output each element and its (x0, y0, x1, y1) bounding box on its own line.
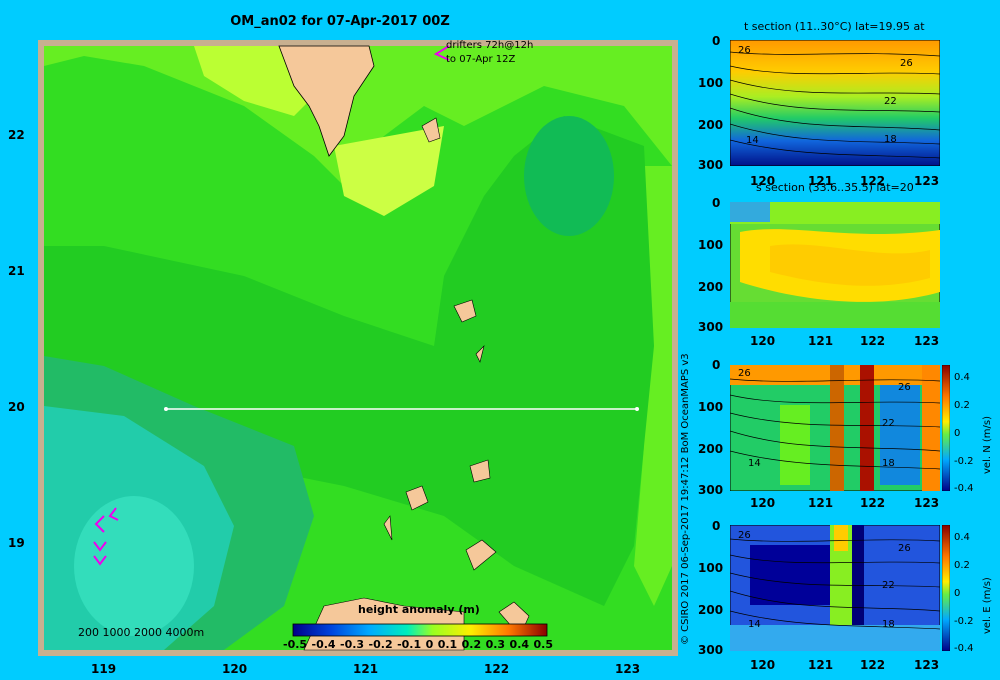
depth-tick: 300 (698, 643, 724, 657)
colorbar-tick: 0.3 (485, 638, 506, 651)
depth-legend: 200 1000 2000 4000m (78, 626, 205, 639)
vel-e-cbar-tick: 0 (954, 588, 961, 599)
depth-tick: 0 (712, 519, 721, 533)
lon-tick: 121 (808, 174, 834, 188)
vel-n-cbar-label: vel. N (m/s) (982, 416, 993, 474)
drifters-label: drifters 72h@12h (446, 40, 534, 51)
lon-tick: 121 (808, 658, 834, 672)
colorbar-title: height anomaly (m) (358, 603, 480, 616)
contour-label: 14 (746, 135, 759, 146)
vel-n-cbar-tick: -0.4 (954, 483, 974, 494)
contour-label: 22 (884, 96, 897, 107)
vel-e-cbar-tick: -0.4 (954, 643, 974, 654)
lon-tick: 120 (750, 334, 776, 348)
lon-tick: 122 (860, 658, 886, 672)
contour-label: 26 (738, 530, 751, 541)
colorbar-tick: 0 (425, 638, 434, 651)
map-title: OM_an02 for 07-Apr-2017 00Z (230, 14, 450, 29)
lon-tick: 123 (914, 496, 940, 510)
lon-tick: 123 (914, 334, 940, 348)
depth-tick: 300 (698, 320, 724, 334)
lon-tick: 122 (484, 662, 510, 676)
depth-tick: 100 (698, 561, 724, 575)
contour-label: 22 (882, 580, 895, 591)
depth-tick: 200 (698, 280, 724, 294)
colorbar-tick: -0.3 (340, 638, 365, 651)
contour-label: 26 (898, 543, 911, 554)
s-section-title: s section (33.6..35.5) lat=20 (756, 181, 914, 194)
contour-label: 18 (884, 134, 897, 145)
lon-tick: 123 (914, 658, 940, 672)
contour-label: 26 (738, 368, 751, 379)
contour-label: 14 (748, 458, 761, 469)
colorbar-tick: -0.1 (397, 638, 422, 651)
vel-n-colorbar (942, 365, 950, 491)
vel-e-cbar-tick: -0.2 (954, 616, 974, 627)
lat-tick: 20 (8, 400, 25, 414)
lon-tick: 121 (353, 662, 379, 676)
lon-tick: 121 (808, 496, 834, 510)
colorbar-tick: 0.4 (509, 638, 530, 651)
contour-label: 22 (882, 418, 895, 429)
vel-e-colorbar (942, 525, 950, 651)
contour-label: 26 (898, 382, 911, 393)
contour-label: 26 (900, 58, 913, 69)
lon-tick: 123 (615, 662, 641, 676)
contour-label: 14 (748, 619, 761, 630)
height-anomaly-map[interactable] (38, 40, 678, 656)
depth-tick: 200 (698, 603, 724, 617)
lat-tick: 19 (8, 536, 25, 550)
colorbar-tick: -0.5 (283, 638, 308, 651)
lon-tick: 120 (750, 174, 776, 188)
contour-label: 18 (882, 619, 895, 630)
depth-tick: 200 (698, 442, 724, 456)
lon-tick: 122 (860, 334, 886, 348)
vel-e-cbar-label: vel. E (m/s) (982, 577, 993, 634)
lon-tick: 119 (91, 662, 117, 676)
t-section-title: t section (11..30°C) lat=19.95 at (744, 20, 925, 33)
contour-label: 26 (738, 45, 751, 56)
colorbar-tick: 0.1 (437, 638, 458, 651)
vel-n-cbar-tick: 0.2 (954, 400, 970, 411)
vel-e-cbar-tick: 0.2 (954, 560, 970, 571)
depth-tick: 0 (712, 34, 721, 48)
depth-tick: 100 (698, 76, 724, 90)
lon-tick: 121 (808, 334, 834, 348)
colorbar-tick: -0.2 (368, 638, 393, 651)
lat-tick: 21 (8, 264, 25, 278)
lon-tick: 123 (914, 174, 940, 188)
vel-n-cbar-tick: 0 (954, 428, 961, 439)
depth-tick: 0 (712, 358, 721, 372)
depth-tick: 100 (698, 238, 724, 252)
drifters-label-time: to 07-Apr 12Z (446, 54, 516, 65)
colorbar-tick: 0.5 (533, 638, 554, 651)
lon-tick: 122 (860, 174, 886, 188)
vel-n-cbar-tick: -0.2 (954, 456, 974, 467)
height-colorbar (292, 623, 548, 637)
lon-tick: 122 (860, 496, 886, 510)
colorbar-ticks: -0.5 -0.4 -0.3 -0.2 -0.1 0 0.1 0.2 0.3 0… (283, 638, 553, 651)
depth-tick: 200 (698, 118, 724, 132)
contour-label: 18 (882, 458, 895, 469)
colorbar-tick: 0.2 (461, 638, 482, 651)
depth-tick: 300 (698, 483, 724, 497)
depth-tick: 0 (712, 196, 721, 210)
lon-tick: 120 (750, 496, 776, 510)
depth-tick: 300 (698, 158, 724, 172)
lon-tick: 120 (750, 658, 776, 672)
depth-tick: 100 (698, 400, 724, 414)
s-section-panel[interactable] (730, 202, 940, 328)
credit-text: © CSIRO 2017 06-Sep-2017 19:47:12 BoM Oc… (680, 353, 691, 645)
vel-e-cbar-tick: 0.4 (954, 532, 970, 543)
lat-tick: 22 (8, 128, 25, 142)
colorbar-tick: -0.4 (311, 638, 336, 651)
vel-n-cbar-tick: 0.4 (954, 372, 970, 383)
lon-tick: 120 (222, 662, 248, 676)
